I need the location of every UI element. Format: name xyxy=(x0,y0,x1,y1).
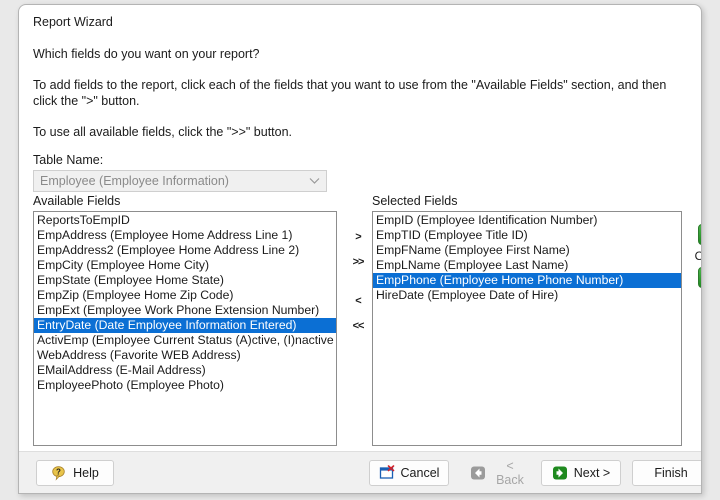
arrow-left-icon xyxy=(470,465,486,481)
move-up-button[interactable] xyxy=(698,224,701,245)
available-fields-listbox[interactable]: ReportsToEmpID EmpAddress (Employee Home … xyxy=(33,211,337,446)
question-bubble-icon: ? xyxy=(51,465,67,481)
back-button[interactable]: < Back xyxy=(463,459,535,487)
available-fields-panel: Available Fields ReportsToEmpID EmpAddres… xyxy=(33,194,337,446)
add-all-fields-button[interactable]: >> xyxy=(346,251,370,272)
table-name-combobox[interactable]: Employee (Employee Information) xyxy=(33,170,327,192)
order-controls: Order xyxy=(688,224,701,288)
chevron-down-icon xyxy=(302,171,326,191)
selected-fields-label: Selected Fields xyxy=(372,194,458,208)
selected-fields-listbox[interactable]: EmpID (Employee Identification Number) Em… xyxy=(372,211,682,446)
remove-all-fields-button[interactable]: << xyxy=(346,315,370,336)
list-item[interactable]: EmpLName (Employee Last Name) xyxy=(373,258,681,273)
transfer-buttons: > >> < << xyxy=(345,222,371,336)
list-item[interactable]: EmpCity (Employee Home City) xyxy=(34,258,336,273)
footer-bar: ? Help Cancel < Back Next > Finish xyxy=(19,451,701,493)
wizard-body: Which fields do you want on your report?… xyxy=(19,47,701,465)
list-item[interactable]: EmpID (Employee Identification Number) xyxy=(373,213,681,228)
cancel-button-label: Cancel xyxy=(400,466,440,480)
list-item[interactable]: EmpExt (Employee Work Phone Extension Nu… xyxy=(34,303,336,318)
help-button-label: Help xyxy=(73,466,99,480)
move-down-button[interactable] xyxy=(698,267,701,288)
list-item[interactable]: EmployeePhoto (Employee Photo) xyxy=(34,378,336,393)
list-item[interactable]: ReportsToEmpID xyxy=(34,213,336,228)
list-item[interactable]: EmpState (Employee Home State) xyxy=(34,273,336,288)
back-button-label: < Back xyxy=(496,459,524,487)
cancel-button[interactable]: Cancel xyxy=(369,460,449,486)
list-item[interactable]: EmpTID (Employee Title ID) xyxy=(373,228,681,243)
list-item[interactable]: EmpFName (Employee First Name) xyxy=(373,243,681,258)
window-title: Report Wizard xyxy=(33,15,113,29)
report-wizard-window: Report Wizard Which fields do you want o… xyxy=(18,4,702,494)
list-item[interactable]: EmpAddress (Employee Home Address Line 1… xyxy=(34,228,336,243)
list-item[interactable]: HireDate (Employee Date of Hire) xyxy=(373,288,681,303)
finish-button-label: Finish xyxy=(654,466,688,480)
add-field-button[interactable]: > xyxy=(346,226,370,247)
field-transfer-area: Available Fields ReportsToEmpID EmpAddres… xyxy=(33,194,701,446)
list-item[interactable]: EntryDate (Date Employee Information Ent… xyxy=(34,318,336,333)
list-item[interactable]: EmpZip (Employee Home Zip Code) xyxy=(34,288,336,303)
window-close-icon xyxy=(379,465,395,481)
list-item[interactable]: EmpPhone (Employee Home Phone Number) xyxy=(373,273,681,288)
remove-field-button[interactable]: < xyxy=(346,290,370,311)
arrow-right-icon xyxy=(552,465,568,481)
table-name-value: Employee (Employee Information) xyxy=(40,174,229,188)
selected-fields-panel: Selected Fields EmpID (Employee Identifi… xyxy=(372,194,682,446)
list-item[interactable]: WebAddress (Favorite WEB Address) xyxy=(34,348,336,363)
next-button[interactable]: Next > xyxy=(541,460,621,486)
available-fields-label: Available Fields xyxy=(33,194,121,208)
finish-button[interactable]: Finish xyxy=(632,460,701,486)
table-name-label: Table Name: xyxy=(33,153,104,167)
help-button[interactable]: ? Help xyxy=(36,460,114,486)
wizard-instruction-2: To use all available fields, click the "… xyxy=(33,125,293,139)
list-item[interactable]: EMailAddress (E-Mail Address) xyxy=(34,363,336,378)
list-item[interactable]: ActivEmp (Employee Current Status (A)cti… xyxy=(34,333,336,348)
list-item[interactable]: EmpAddress2 (Employee Home Address Line … xyxy=(34,243,336,258)
next-button-label: Next > xyxy=(573,466,611,480)
wizard-question: Which fields do you want on your report? xyxy=(33,47,260,61)
wizard-instruction-1: To add fields to the report, click each … xyxy=(33,78,667,108)
order-label: Order xyxy=(688,249,701,263)
svg-text:?: ? xyxy=(56,468,61,477)
title-bar: Report Wizard xyxy=(19,5,701,35)
